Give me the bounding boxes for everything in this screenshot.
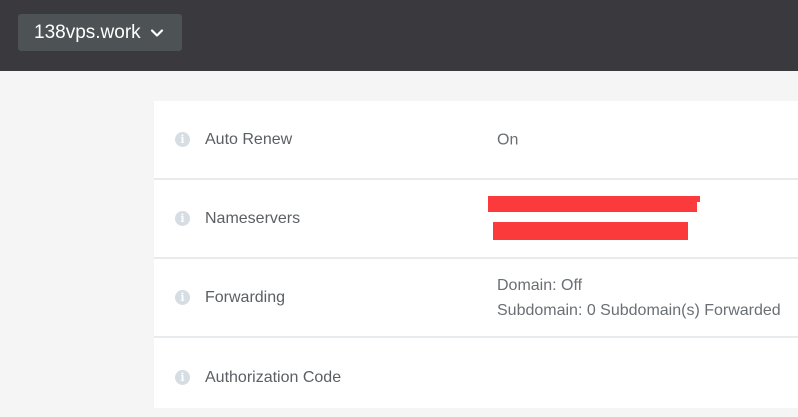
info-icon[interactable]: i xyxy=(175,289,190,305)
chevron-down-icon xyxy=(150,28,163,37)
setting-label: Nameservers xyxy=(205,209,301,227)
redaction-mark xyxy=(493,222,688,240)
setting-label: Forwarding xyxy=(205,288,286,306)
info-icon[interactable]: i xyxy=(175,210,190,226)
forwarding-subdomain-status: Subdomain: 0 Subdomain(s) Forwarded xyxy=(497,301,781,319)
redaction-mark xyxy=(488,201,697,212)
setting-value: On xyxy=(497,131,519,148)
info-icon[interactable]: i xyxy=(175,131,190,147)
forwarding-domain-status: Domain: Off xyxy=(497,276,583,294)
top-bar: 138vps.work xyxy=(0,0,798,71)
forwarding-value: Domain: Off Subdomain: 0 Subdomain(s) Fo… xyxy=(497,273,781,323)
domain-settings-panel: i Auto Renew On i Nameservers i Forwardi… xyxy=(154,101,798,408)
setting-row-forwarding: i Forwarding Domain: Off Subdomain: 0 Su… xyxy=(154,259,798,338)
setting-label: Auto Renew xyxy=(205,130,293,148)
domain-selector[interactable]: 138vps.work xyxy=(18,14,182,51)
setting-row-authorization-code: i Authorization Code xyxy=(154,338,798,417)
setting-label: Authorization Code xyxy=(205,368,342,386)
domain-selector-label: 138vps.work xyxy=(34,21,141,43)
info-icon[interactable]: i xyxy=(175,369,190,385)
setting-row-auto-renew: i Auto Renew On xyxy=(154,101,798,180)
setting-row-nameservers: i Nameservers xyxy=(154,180,798,259)
